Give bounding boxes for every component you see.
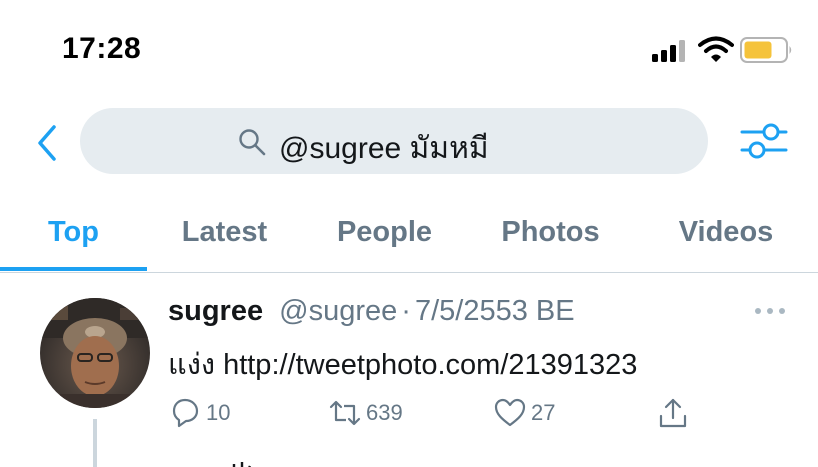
status-bar: 17:28 xyxy=(0,0,818,95)
next-tweet-fragment xyxy=(230,458,254,467)
avatar-photo xyxy=(40,298,150,408)
tab-photos[interactable]: Photos xyxy=(467,195,634,270)
wifi-icon xyxy=(698,36,734,62)
retweet-count: 639 xyxy=(366,400,403,425)
tab-latest[interactable]: Latest xyxy=(147,195,302,270)
active-tab-indicator xyxy=(0,267,147,271)
author-name[interactable]: sugree xyxy=(168,295,263,327)
share-icon xyxy=(659,398,687,428)
retweet-icon xyxy=(329,400,361,426)
more-icon[interactable] xyxy=(752,297,788,325)
thread-line xyxy=(93,419,97,467)
like-count: 27 xyxy=(531,400,556,425)
search-query: @sugree มัมหมี xyxy=(279,132,489,165)
tab-videos[interactable]: Videos xyxy=(634,195,818,270)
tweet-card[interactable]: sugree @sugree · 7/5/2553 BE แง่ง http://t… xyxy=(0,273,818,467)
tweet-text[interactable]: แง่ง http://tweetphoto.com/21391323 xyxy=(168,341,637,387)
back-icon[interactable] xyxy=(32,123,62,163)
share-button[interactable] xyxy=(656,393,690,433)
reply-count: 10 xyxy=(206,400,231,425)
retweet-button[interactable]: 639 xyxy=(328,393,403,433)
status-time: 17:28 xyxy=(62,32,142,65)
search-icon xyxy=(239,129,266,156)
tab-top[interactable]: Top xyxy=(0,195,147,270)
signal-icon xyxy=(652,40,685,62)
filter-icon[interactable] xyxy=(740,119,788,163)
battery-icon xyxy=(740,37,792,63)
author-handle[interactable]: @sugree xyxy=(279,295,397,327)
tab-people[interactable]: People xyxy=(302,195,467,270)
tweet-date[interactable]: 7/5/2553 BE xyxy=(415,295,575,327)
tweet-header: sugree @sugree · 7/5/2553 BE xyxy=(168,295,575,328)
search-tabs: Top Latest People Photos Videos xyxy=(0,195,818,273)
search-row: @sugree มัมหมี xyxy=(0,105,818,177)
like-icon xyxy=(494,398,526,427)
search-input[interactable]: @sugree มัมหมี xyxy=(80,108,708,174)
reply-icon xyxy=(172,398,199,428)
avatar[interactable] xyxy=(40,298,150,408)
header-separator: · xyxy=(401,295,411,327)
reply-button[interactable]: 10 xyxy=(168,393,230,433)
tweet-actions: 10 639 27 xyxy=(168,393,708,433)
like-button[interactable]: 27 xyxy=(493,393,555,433)
